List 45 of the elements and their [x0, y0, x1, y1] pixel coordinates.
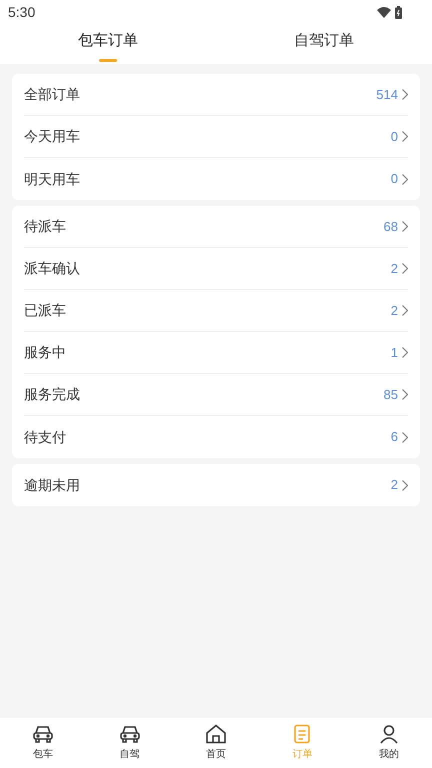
row-count: 2 [390, 260, 398, 278]
row-count: 6 [390, 428, 398, 446]
person-icon [378, 724, 399, 744]
row-label[interactable]: 明天用车 [24, 168, 391, 190]
chevron-right-icon [402, 174, 408, 184]
tab-indicator [99, 58, 117, 62]
row-label[interactable]: 逾期未用 [24, 474, 391, 496]
nav-tab[interactable]: 首页 [172, 718, 260, 768]
chevron-right-icon [402, 305, 408, 316]
chevron-right-icon [402, 480, 408, 490]
car-icon [118, 724, 141, 744]
row-label[interactable]: 待派车 [24, 216, 384, 237]
row-count: 68 [384, 218, 398, 236]
chevron-right-icon [402, 131, 408, 142]
home-icon [205, 724, 228, 744]
tab[interactable]: 包车订单 [78, 30, 138, 52]
row-count: 1 [390, 344, 398, 362]
row-label[interactable]: 服务完成 [24, 384, 384, 405]
chevron-right-icon [402, 89, 408, 100]
nav-tab[interactable]: 自驾 [86, 718, 173, 768]
nav-tab[interactable]: 我的 [346, 718, 432, 768]
chevron-right-icon [402, 347, 408, 358]
row-label[interactable]: 已派车 [24, 300, 391, 321]
chevron-right-icon [402, 221, 408, 232]
row-count: 0 [390, 170, 398, 188]
row-count: 0 [390, 128, 398, 146]
battery-icon [395, 6, 402, 18]
nav-tab[interactable]: 包车 [0, 718, 86, 768]
chevron-right-icon [402, 389, 408, 400]
wifi-icon [377, 6, 391, 18]
row-count: 514 [376, 86, 398, 104]
row-label[interactable]: 待支付 [24, 426, 391, 448]
row-label[interactable]: 服务中 [24, 342, 391, 363]
row-label[interactable]: 今天用车 [24, 126, 391, 147]
row-label[interactable]: 派车确认 [24, 258, 391, 279]
tab[interactable]: 自驾订单 [294, 30, 354, 52]
list-icon [292, 724, 312, 744]
car-icon [32, 724, 54, 744]
row-count: 2 [390, 476, 398, 494]
chevron-right-icon [402, 263, 408, 274]
row-label[interactable]: 全部订单 [24, 84, 376, 105]
row-count: 85 [384, 386, 398, 404]
status-time: 5:30 [8, 2, 36, 22]
chevron-right-icon [402, 432, 408, 442]
row-count: 2 [390, 302, 398, 320]
